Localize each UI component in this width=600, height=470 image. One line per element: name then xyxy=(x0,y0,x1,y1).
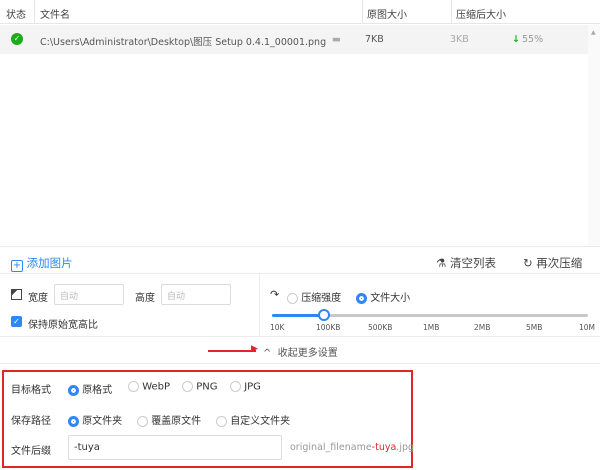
folder-icon[interactable]: ▬ xyxy=(332,34,341,45)
success-check-icon: ✓ xyxy=(11,33,23,45)
clear-label: 清空列表 xyxy=(449,256,496,270)
col-original-size[interactable]: 原图大小 xyxy=(367,6,407,21)
radio-filesize[interactable]: 文件大小 xyxy=(356,289,410,304)
width-input[interactable]: 自动 xyxy=(54,284,124,305)
filename-preview: original_filename-tuya.jpg xyxy=(290,442,414,453)
annotation-arrow-head: ▶ xyxy=(251,344,258,354)
collapse-settings-button[interactable]: ^ 收起更多设置 xyxy=(263,344,338,359)
plus-icon: + xyxy=(11,260,23,272)
suffix-label: 文件后缀 xyxy=(11,446,51,457)
recompress-label: 再次压缩 xyxy=(536,256,583,270)
size-slider-fill xyxy=(272,314,323,317)
refresh-icon: ↻ xyxy=(523,256,533,270)
keep-ratio-checkbox[interactable]: ✓ xyxy=(11,316,22,327)
compressed-size: 3KB xyxy=(450,34,469,45)
tick-label: 5MB xyxy=(526,323,543,332)
format-label: 目标格式 xyxy=(11,385,51,396)
recompress-button[interactable]: ↻ 再次压缩 xyxy=(523,255,582,271)
collapse-label: 收起更多设置 xyxy=(277,348,338,359)
format-jpg-radio[interactable]: JPG xyxy=(230,381,261,393)
add-image-label: 添加图片 xyxy=(26,256,73,270)
tick-label: 100KB xyxy=(316,323,341,332)
path-label: 保存路径 xyxy=(11,416,51,427)
resize-icon xyxy=(11,289,22,300)
tick-label: 500KB xyxy=(368,323,393,332)
filesize-label: 文件大小 xyxy=(370,293,411,304)
path-custom-radio[interactable]: 自定义文件夹 xyxy=(216,412,290,427)
col-compressed-size[interactable]: 压缩后大小 xyxy=(456,6,506,21)
format-original-radio[interactable]: 原格式 xyxy=(68,381,112,396)
strength-label: 压缩强度 xyxy=(301,293,342,304)
original-size: 7KB xyxy=(365,34,384,45)
table-row[interactable]: ✓ C:\Users\Administrator\Desktop\图压 Setu… xyxy=(0,25,588,54)
compression-ratio: 55% xyxy=(522,34,544,45)
tick-label: 1MB xyxy=(423,323,440,332)
col-status[interactable]: 状态 xyxy=(6,6,26,21)
path-original-radio[interactable]: 原文件夹 xyxy=(68,412,122,427)
format-webp-radio[interactable]: WebP xyxy=(128,381,170,393)
tick-label: 10K xyxy=(270,323,285,332)
arrow-down-icon: ↓ xyxy=(512,34,520,45)
path-overwrite-radio[interactable]: 覆盖原文件 xyxy=(137,412,201,427)
height-label: 高度 xyxy=(135,293,155,304)
preview-ext: .jpg xyxy=(396,442,415,453)
path-option: 自定义文件夹 xyxy=(230,416,291,427)
clear-list-button[interactable]: ⚗ 清空列表 xyxy=(436,255,496,271)
tick-label: 10M xyxy=(579,323,596,332)
format-option: PNG xyxy=(196,381,218,393)
add-image-button[interactable]: + 添加图片 xyxy=(11,255,73,272)
suffix-input[interactable]: -tuya xyxy=(68,435,282,460)
preview-suffix: -tuya xyxy=(371,442,397,453)
flask-icon: ⚗ xyxy=(436,256,447,270)
format-option: 原格式 xyxy=(82,385,113,396)
radio-strength[interactable]: 压缩强度 xyxy=(287,289,341,304)
annotation-arrow xyxy=(208,350,256,352)
path-option: 覆盖原文件 xyxy=(151,416,202,427)
height-input[interactable]: 自动 xyxy=(161,284,231,305)
size-slider-handle[interactable] xyxy=(318,309,330,321)
table-header: 状态 文件名 原图大小 压缩后大小 xyxy=(0,0,600,24)
keep-ratio-label: 保持原始宽高比 xyxy=(28,320,98,331)
chevron-up-icon: ^ xyxy=(263,348,272,359)
col-filename[interactable]: 文件名 xyxy=(40,6,70,21)
preview-prefix: original_filename xyxy=(290,442,372,453)
gauge-icon: ↷ xyxy=(270,288,280,301)
format-png-radio[interactable]: PNG xyxy=(182,381,217,393)
width-label: 宽度 xyxy=(28,293,48,304)
format-option: JPG xyxy=(244,381,261,393)
tick-label: 2MB xyxy=(474,323,491,332)
format-option: WebP xyxy=(142,381,171,393)
path-option: 原文件夹 xyxy=(82,416,123,427)
scrollbar[interactable]: ▲ xyxy=(588,25,600,245)
file-path: C:\Users\Administrator\Desktop\图压 Setup … xyxy=(40,37,327,48)
